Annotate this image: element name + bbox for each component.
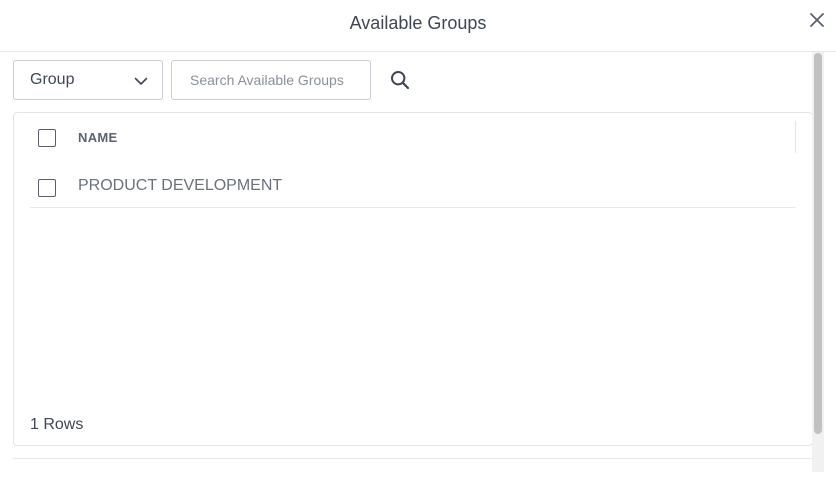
chevron-down-icon — [134, 77, 148, 85]
available-groups-dialog: Available Groups Group NAME — [0, 0, 836, 485]
grid-header-row: NAME — [30, 113, 796, 161]
group-filter-selected-value: Group — [30, 71, 75, 88]
footer-divider — [13, 458, 813, 459]
close-button[interactable] — [806, 9, 828, 31]
filter-toolbar: Group — [13, 60, 433, 100]
search-button[interactable] — [388, 68, 412, 92]
row-name-cell: PRODUCT DEVELOPMENT — [78, 177, 283, 194]
column-resize-handle[interactable] — [795, 121, 796, 153]
column-header-name[interactable]: NAME — [78, 130, 117, 145]
scrollbar-thumb[interactable] — [814, 53, 822, 434]
close-icon — [810, 13, 824, 27]
search-icon — [391, 71, 410, 90]
dialog-header: Available Groups — [0, 0, 836, 52]
search-groups-input[interactable] — [171, 60, 371, 100]
table-row[interactable]: PRODUCT DEVELOPMENT — [30, 161, 796, 208]
row-checkbox[interactable] — [38, 179, 56, 197]
row-count-label: 1 Rows — [30, 416, 84, 433]
group-filter-select[interactable]: Group — [13, 60, 163, 100]
dialog-scrollbar[interactable] — [812, 52, 824, 472]
dialog-title: Available Groups — [349, 13, 487, 33]
groups-grid: NAME PRODUCT DEVELOPMENT 1 Rows — [13, 112, 813, 446]
select-all-checkbox[interactable] — [38, 129, 56, 147]
